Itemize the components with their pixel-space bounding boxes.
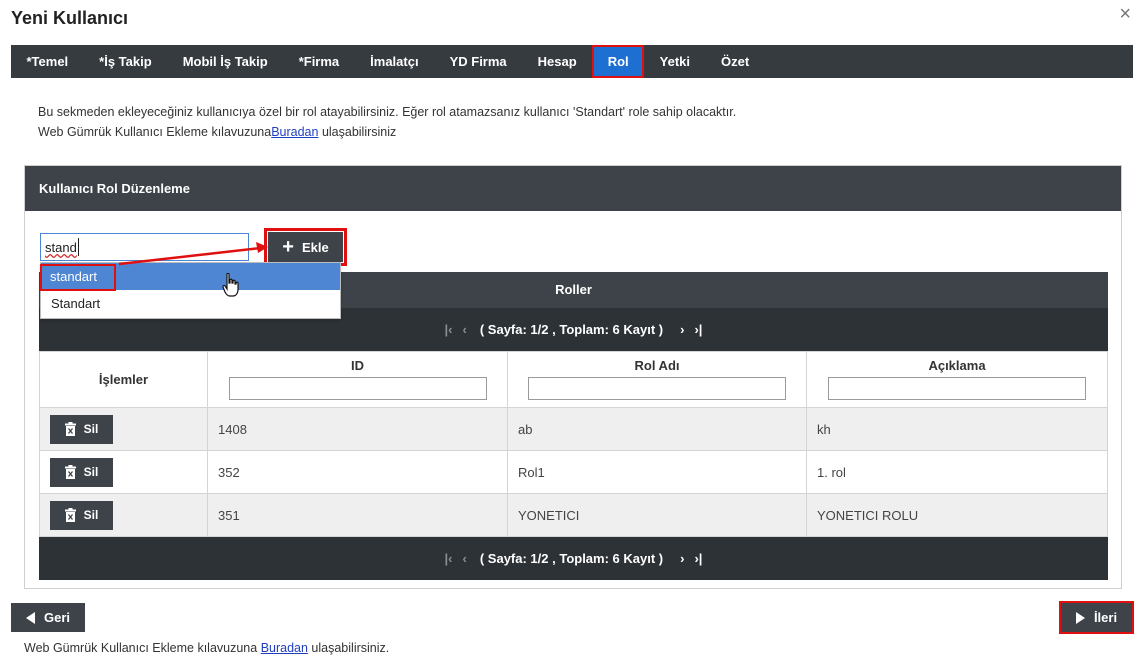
info-text: Bu sekmeden ekleyeceğiniz kullanıcıya öz…: [38, 102, 736, 142]
info-line-2-prefix: Web Gümrük Kullanıcı Ekleme kılavuzuna: [38, 125, 272, 139]
guide-link[interactable]: Buradan: [271, 125, 318, 139]
tab-firma[interactable]: *Firma: [283, 45, 354, 78]
delete-label: Sil: [83, 508, 99, 522]
plus-icon: +: [282, 236, 294, 258]
info-line-2-suffix: ulaşabilirsiniz: [318, 125, 397, 139]
table-row: Sil 1408 ab kh: [39, 407, 1108, 451]
pager-bottom: |‹ ‹ ( Sayfa: 1/2 , Toplam: 6 Kayıt ) › …: [39, 537, 1108, 580]
prev-page-icon[interactable]: ‹: [463, 322, 467, 337]
first-page-icon[interactable]: |‹: [445, 322, 453, 337]
row-actions: Sil: [39, 407, 208, 451]
back-label: Geri: [43, 610, 70, 625]
delete-button[interactable]: Sil: [50, 457, 113, 487]
cell-desc: YONETICI ROLU: [806, 493, 1108, 537]
footer-guide-link[interactable]: Buradan: [261, 641, 308, 655]
triangle-right-icon: [1075, 611, 1085, 624]
close-icon[interactable]: ×: [1119, 4, 1131, 24]
autocomplete-item-label: standart: [40, 264, 116, 291]
filter-id-input[interactable]: [228, 377, 487, 400]
cell-name: YONETICI: [507, 493, 807, 537]
tab-is-takip[interactable]: *İş Takip: [84, 45, 168, 78]
footer-prefix: Web Gümrük Kullanıcı Ekleme kılavuzuna: [24, 641, 261, 655]
tab-rol[interactable]: Rol: [592, 45, 645, 78]
col-title-id: ID: [351, 358, 364, 373]
delete-button[interactable]: Sil: [50, 414, 113, 444]
info-line-2: Web Gümrük Kullanıcı Ekleme kılavuzunaBu…: [38, 122, 736, 142]
roles-table: İşlemler ID Rol Adı Açıklama Sil 1408 ab…: [39, 351, 1108, 537]
trash-icon: [64, 465, 76, 479]
role-autocomplete-list: standart Standart: [40, 262, 341, 319]
text-caret: [78, 238, 79, 256]
add-role-button[interactable]: + Ekle: [264, 228, 347, 266]
tab-ozet[interactable]: Özet: [706, 45, 765, 78]
filter-name-input[interactable]: [528, 377, 786, 400]
back-button[interactable]: Geri: [11, 603, 85, 632]
triangle-left-icon: [25, 611, 35, 624]
info-line-1: Bu sekmeden ekleyeceğiniz kullanıcıya öz…: [38, 105, 737, 119]
footer-text: Web Gümrük Kullanıcı Ekleme kılavuzuna B…: [24, 641, 389, 655]
cell-desc: 1. rol: [806, 450, 1108, 494]
col-title-desc: Açıklama: [928, 358, 986, 373]
col-header-id: ID: [207, 351, 508, 408]
prev-page-icon[interactable]: ‹: [463, 551, 467, 566]
autocomplete-item-standart-lower[interactable]: standart: [40, 263, 340, 291]
next-label: İleri: [1093, 610, 1118, 625]
cell-desc: kh: [806, 407, 1108, 451]
next-page-icon[interactable]: ›: [680, 322, 684, 337]
col-header-ops: İşlemler: [39, 351, 208, 408]
col-header-desc: Açıklama: [806, 351, 1108, 408]
cell-name: ab: [507, 407, 807, 451]
delete-button[interactable]: Sil: [50, 500, 113, 530]
tab-yd-firma[interactable]: YD Firma: [434, 45, 522, 78]
last-page-icon[interactable]: ›|: [694, 322, 702, 337]
col-title-name: Rol Adı: [634, 358, 680, 373]
role-search-value: stand: [45, 240, 77, 255]
tab-hesap[interactable]: Hesap: [522, 45, 592, 78]
tab-yetki[interactable]: Yetki: [644, 45, 705, 78]
filter-desc-input[interactable]: [828, 377, 1086, 400]
last-page-icon[interactable]: ›|: [694, 551, 702, 566]
table-row: Sil 351 YONETICI YONETICI ROLU: [39, 493, 1108, 537]
pager-info: ( Sayfa: 1/2 , Toplam: 6 Kayıt ): [479, 551, 664, 566]
panel-title: Kullanıcı Rol Düzenleme: [25, 166, 1121, 211]
tab-imalatci[interactable]: İmalatçı: [355, 45, 434, 78]
tab-bar: *Temel *İş Takip Mobil İş Takip *Firma İ…: [11, 45, 1133, 78]
cell-id: 351: [207, 493, 508, 537]
delete-label: Sil: [83, 465, 99, 479]
autocomplete-item-standart[interactable]: Standart: [41, 290, 340, 317]
dialog-title: Yeni Kullanıcı: [11, 8, 129, 28]
trash-icon: [64, 422, 76, 436]
cell-id: 352: [207, 450, 508, 494]
pager-info: ( Sayfa: 1/2 , Toplam: 6 Kayıt ): [479, 322, 664, 337]
add-role-label: Ekle: [301, 239, 329, 255]
delete-label: Sil: [83, 422, 99, 436]
footer-suffix: ulaşabilirsiniz.: [307, 641, 390, 655]
row-actions: Sil: [39, 450, 208, 494]
trash-icon: [64, 508, 76, 522]
first-page-icon[interactable]: |‹: [445, 551, 453, 566]
cell-name: Rol1: [507, 450, 807, 494]
table-row: Sil 352 Rol1 1. rol: [39, 450, 1108, 494]
role-edit-panel: Kullanıcı Rol Düzenleme stand + Ekle sta…: [24, 165, 1122, 589]
tab-mobil-is-takip[interactable]: Mobil İş Takip: [167, 45, 283, 78]
cell-id: 1408: [207, 407, 508, 451]
tab-temel[interactable]: *Temel: [11, 45, 84, 78]
hand-cursor-icon: [222, 273, 239, 297]
next-button[interactable]: İleri: [1059, 601, 1134, 634]
row-actions: Sil: [39, 493, 208, 537]
next-page-icon[interactable]: ›: [680, 551, 684, 566]
col-header-name: Rol Adı: [507, 351, 807, 408]
